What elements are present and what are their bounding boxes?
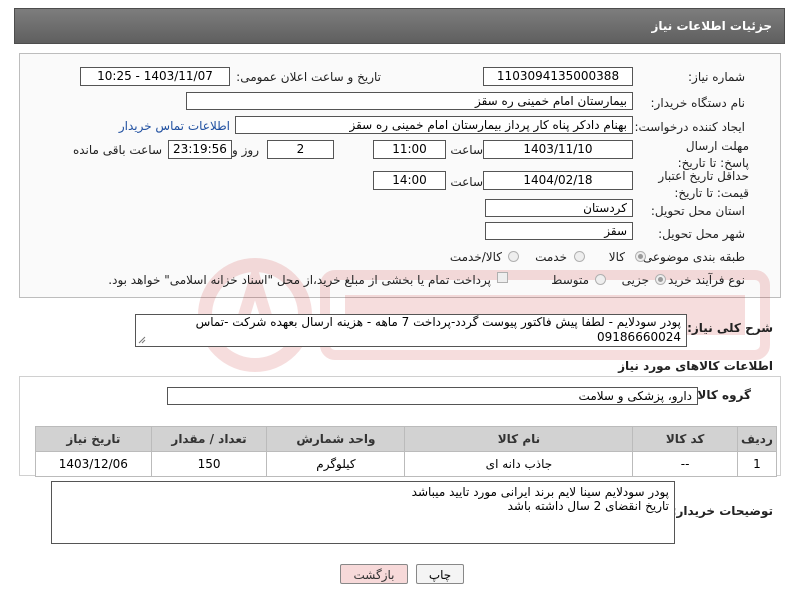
- province-label: استان محل تحویل:: [650, 204, 745, 218]
- back-button[interactable]: بازگشت: [340, 564, 408, 584]
- purchase-process-label: نوع فرآیند خرید :: [660, 273, 745, 287]
- city-label: شهر محل تحویل:: [658, 227, 745, 241]
- remaining-time-field: 23:19:56: [168, 140, 232, 159]
- remaining-days-field: 2: [267, 140, 334, 159]
- treasury-payment-checkbox[interactable]: [497, 272, 508, 283]
- category-goods-service-label: کالا/خدمت: [449, 250, 502, 264]
- buyer-contact-link[interactable]: اطلاعات تماس خریدار: [119, 119, 230, 133]
- cell-name: جاذب دانه ای: [404, 451, 634, 477]
- goods-table-header: ردیف کد کالا نام کالا واحد شمارش تعداد /…: [35, 426, 778, 452]
- treasury-payment-note: پرداخت تمام یا بخشی از مبلغ خرید،از محل …: [108, 273, 491, 287]
- col-row: ردیف: [736, 426, 778, 452]
- process-medium-radio[interactable]: [595, 274, 606, 285]
- cell-unit: کیلوگرم: [266, 451, 406, 477]
- days-label: روز و: [232, 143, 259, 157]
- col-name: نام کالا: [404, 426, 634, 452]
- description-label: شرح کلی نیاز:: [687, 321, 773, 335]
- deadline-hour-label: ساعت: [450, 143, 483, 157]
- process-medium-label: متوسط: [551, 273, 589, 287]
- process-minor-radio[interactable]: [655, 274, 666, 285]
- validity-date-field: 1404/02/18: [483, 171, 633, 190]
- request-creator-field: بهنام دادکر پناه کار پرداز بیمارستان اما…: [235, 116, 633, 134]
- goods-section-title: اطلاعات کالاهای مورد نیاز: [618, 359, 773, 373]
- need-number-field: 1103094135000388: [483, 67, 633, 86]
- goods-group-field: دارو، پزشکی و سلامت: [167, 387, 698, 405]
- category-goods-service-radio[interactable]: [508, 251, 519, 262]
- announce-datetime-label: تاریخ و ساعت اعلان عمومی:: [236, 70, 381, 84]
- buyer-notes-label: توضیحات خریدار:: [671, 504, 773, 518]
- resize-grip-icon[interactable]: [138, 336, 146, 344]
- buyer-notes-textarea[interactable]: پودر سودلایم سینا لایم برند ایرانی مورد …: [51, 481, 675, 544]
- category-label: طبقه بندی موضوعی:: [638, 250, 745, 264]
- buyer-org-label: نام دستگاه خریدار:: [650, 96, 746, 110]
- validity-hour-label: ساعت: [450, 175, 483, 189]
- category-goods-radio[interactable]: [635, 251, 646, 262]
- col-date: تاریخ نیاز: [35, 426, 152, 452]
- page-header: جزئیات اطلاعات نیاز: [14, 8, 785, 44]
- price-validity-label: حداقل تاریخ اعتبار قیمت: تا تاریخ:: [658, 169, 749, 200]
- cell-code: --: [632, 451, 738, 477]
- goods-table: ردیف کد کالا نام کالا واحد شمارش تعداد /…: [35, 426, 778, 477]
- deadline-date-field: 1403/11/10: [483, 140, 633, 159]
- description-line-1: پودر سودلایم - لطفا پیش فاکتور پیوست گرد…: [195, 315, 681, 329]
- goods-group-label: گروه کالا:: [692, 388, 751, 402]
- col-code: کد کالا: [632, 426, 738, 452]
- cell-qty: 150: [150, 451, 268, 477]
- cell-row: 1: [736, 451, 778, 477]
- buyer-org-field: بیمارستان امام خمینی ره سقز: [186, 92, 633, 110]
- city-field: سقز: [485, 222, 633, 240]
- buyer-notes-line-2: تاریخ انقضای 2 سال داشته باشد: [507, 499, 669, 513]
- remaining-label: ساعت باقی مانده: [72, 143, 162, 157]
- validity-time-field: 14:00: [373, 171, 446, 190]
- table-row: 1 -- جاذب دانه ای کیلوگرم 150 1403/12/06: [35, 451, 778, 477]
- col-unit: واحد شمارش: [266, 426, 406, 452]
- description-line-2: 09186660024: [597, 330, 681, 344]
- announce-datetime-field: 1403/11/07 - 10:25: [80, 67, 230, 86]
- province-field: کردستان: [485, 199, 633, 217]
- print-button[interactable]: چاپ: [416, 564, 464, 584]
- description-textarea[interactable]: پودر سودلایم - لطفا پیش فاکتور پیوست گرد…: [135, 314, 687, 347]
- cell-date: 1403/12/06: [35, 451, 152, 477]
- col-qty: تعداد / مقدار: [150, 426, 268, 452]
- deadline-label: مهلت ارسال پاسخ: تا تاریخ:: [677, 139, 749, 170]
- deadline-time-field: 11:00: [373, 140, 446, 159]
- buyer-notes-line-1: پودر سودلایم سینا لایم برند ایرانی مورد …: [411, 485, 669, 499]
- process-minor-label: جزیی: [621, 273, 649, 287]
- category-goods-label: کالا: [608, 250, 625, 264]
- category-service-radio[interactable]: [574, 251, 585, 262]
- request-creator-label: ایجاد کننده درخواست:: [634, 120, 745, 134]
- need-number-label: شماره نیاز:: [688, 70, 745, 84]
- category-service-label: خدمت: [535, 250, 567, 264]
